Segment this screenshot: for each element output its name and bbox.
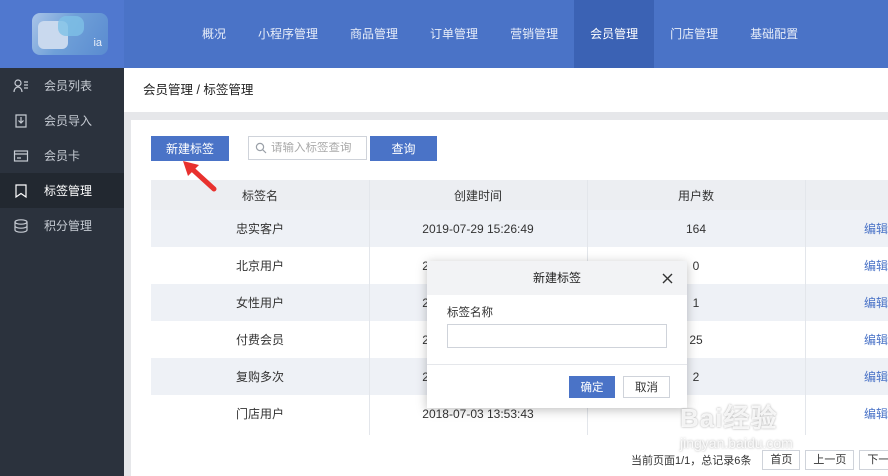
table-header: 标签名 创建时间 用户数	[151, 180, 888, 210]
column-divider	[369, 180, 370, 435]
sidebar-item-label: 会员列表	[44, 79, 93, 93]
cell-tag-name: 复购多次	[235, 370, 284, 384]
query-button[interactable]: 查询	[370, 136, 437, 161]
new-tag-dialog: 新建标签 标签名称 确定 取消	[427, 261, 687, 408]
edit-link[interactable]: 编辑	[805, 257, 888, 274]
tag-search-input[interactable]	[271, 142, 366, 154]
nav-item-orders[interactable]: 订单管理	[414, 0, 494, 68]
tag-name-label: 标签名称	[447, 307, 493, 319]
cell-tag-name: 付费会员	[235, 333, 284, 347]
watermark-logo: Bai经验	[680, 403, 778, 433]
sidebar-item-label: 标签管理	[44, 184, 93, 198]
edit-link[interactable]: 编辑	[805, 368, 888, 385]
watermark-url: jingyan.baidu.com	[680, 435, 793, 451]
dialog-title: 新建标签	[532, 271, 581, 285]
next-page-button[interactable]: 下一页	[859, 450, 888, 470]
column-divider	[805, 180, 806, 435]
tag-name-input[interactable]	[447, 324, 667, 348]
search-icon	[255, 142, 267, 154]
pagination-info: 当前页面1/1，总记录6条	[631, 455, 752, 467]
card-icon	[12, 147, 30, 165]
sidebar-item-member-list[interactable]: 会员列表	[0, 68, 124, 103]
edit-link[interactable]: 编辑	[805, 220, 888, 237]
tag-icon	[12, 182, 30, 200]
import-icon	[12, 112, 30, 130]
sidebar-item-label: 积分管理	[44, 219, 93, 233]
edit-link[interactable]: 编辑	[805, 331, 888, 348]
cell-tag-name: 门店用户	[235, 407, 284, 421]
sidebar: 会员列表 会员导入 会员卡 标签管理 积分管理	[0, 68, 124, 476]
nav-item-base-config[interactable]: 基础配置	[734, 0, 814, 68]
first-page-button[interactable]: 首页	[762, 450, 801, 470]
nav-item-products[interactable]: 商品管理	[334, 0, 414, 68]
sidebar-item-member-card[interactable]: 会员卡	[0, 138, 124, 173]
cancel-button[interactable]: 取消	[623, 376, 670, 398]
baidu-watermark: Bai经验 jingyan.baidu.com	[680, 398, 793, 451]
header-created-time: 创建时间	[453, 188, 502, 203]
breadcrumb: 会员管理 / 标签管理	[124, 68, 888, 112]
sidebar-item-points[interactable]: 积分管理	[0, 208, 124, 243]
close-icon[interactable]	[659, 261, 675, 295]
sidebar-item-label: 会员导入	[44, 114, 93, 128]
cell-tag-name: 忠实客户	[235, 222, 284, 236]
edit-link[interactable]: 编辑	[805, 294, 888, 311]
edit-link[interactable]: 编辑	[805, 405, 888, 422]
new-tag-button[interactable]: 新建标签	[151, 136, 229, 161]
nav-item-miniprogram[interactable]: 小程序管理	[242, 0, 334, 68]
table-row: 忠实客户 2019-07-29 15:26:49 164 编辑	[151, 210, 888, 247]
nav-item-marketing[interactable]: 营销管理	[494, 0, 574, 68]
nav-item-members[interactable]: 会员管理	[574, 0, 655, 68]
cell-tag-name: 北京用户	[235, 259, 284, 273]
nav-item-stores[interactable]: 门店管理	[654, 0, 734, 68]
top-nav-bar: ia 概况 小程序管理 商品管理 订单管理 营销管理 会员管理 门店管理 基础配…	[0, 0, 888, 68]
logo-area: ia	[0, 0, 124, 68]
cell-created-time: 2019-07-29 15:26:49	[422, 221, 534, 236]
sidebar-item-member-import[interactable]: 会员导入	[0, 103, 124, 138]
logo-text: ia	[93, 37, 102, 49]
pagination: 当前页面1/1，总记录6条 首页 上一页 下一页	[631, 450, 888, 470]
confirm-button[interactable]: 确定	[569, 376, 615, 398]
nav-item-overview[interactable]: 概况	[186, 0, 242, 68]
cell-tag-name: 女性用户	[235, 296, 284, 310]
sidebar-item-label: 会员卡	[44, 149, 81, 163]
points-icon	[12, 217, 30, 235]
annotation-arrow-icon	[183, 161, 217, 192]
cell-user-count: 164	[685, 221, 707, 236]
search-box	[248, 136, 367, 160]
app-logo[interactable]: ia	[32, 13, 108, 55]
dialog-divider	[427, 364, 687, 365]
prev-page-button[interactable]: 上一页	[805, 450, 855, 470]
main-nav: 概况 小程序管理 商品管理 订单管理 营销管理 会员管理 门店管理 基础配置	[186, 0, 814, 68]
sidebar-item-tag-management[interactable]: 标签管理	[0, 173, 124, 208]
dialog-header: 新建标签	[427, 261, 687, 295]
member-list-icon	[12, 77, 30, 95]
cell-created-time: 2018-07-03 13:53:43	[422, 406, 534, 421]
header-user-count: 用户数	[677, 188, 714, 203]
